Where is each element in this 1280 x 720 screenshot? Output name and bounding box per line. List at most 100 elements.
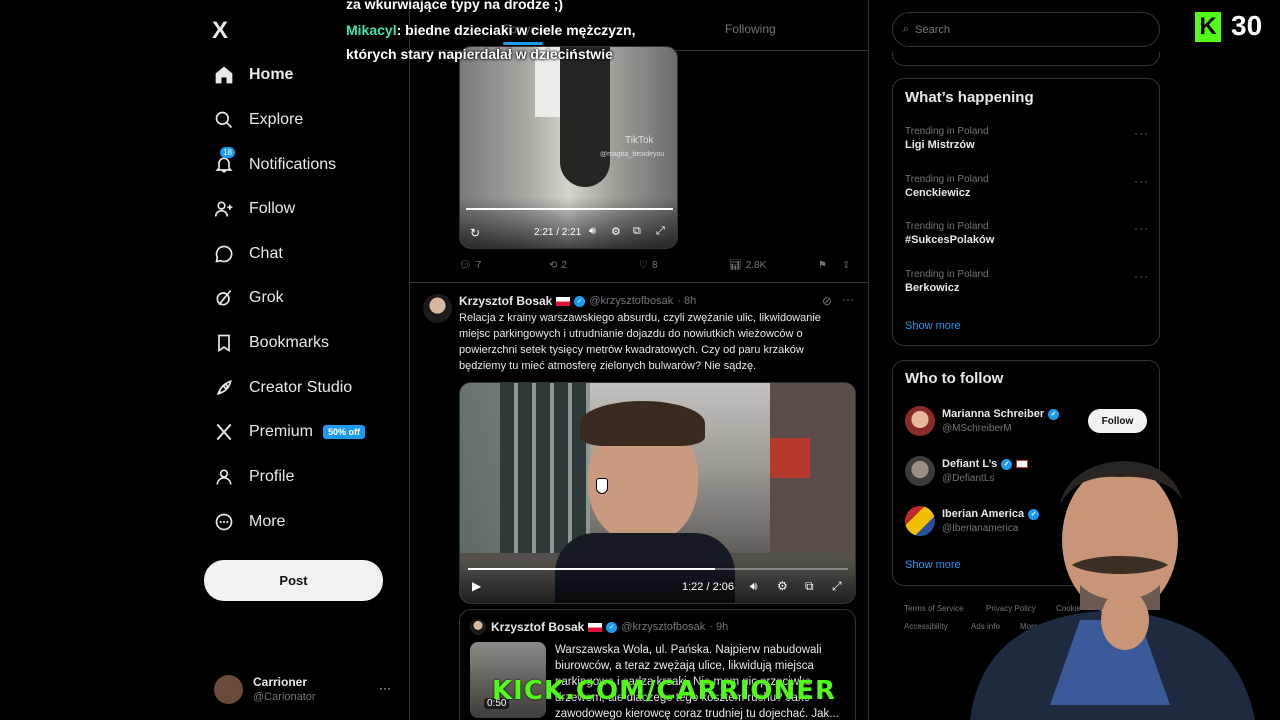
poland-flag-icon (556, 296, 571, 306)
footer-link[interactable]: Accessibility (904, 622, 948, 631)
who-to-follow-title: Who to follow (905, 370, 1004, 387)
video-time-2: 1:22 / 2:06 (682, 581, 734, 593)
search-icon: ⌕ (903, 23, 910, 35)
trending-show-more[interactable]: Show more (905, 320, 961, 332)
nav-explore-label: Explore (249, 111, 304, 128)
nav-chat[interactable]: Chat (212, 236, 283, 272)
add-person-icon (212, 197, 236, 221)
settings-icon-2[interactable]: ⚙ (777, 579, 788, 593)
bookmark-action-icon: ⚑ (818, 260, 827, 271)
like-action[interactable]: ♡ 8 (639, 260, 658, 271)
search-bar[interactable]: ⌕ (892, 12, 1160, 47)
trend-more-icon[interactable]: ··· (1134, 126, 1149, 140)
views-action[interactable]: 📊︎ 2.8K (729, 260, 766, 271)
viewer-count: 30 (1231, 10, 1263, 41)
mouse-cursor-icon (596, 478, 608, 494)
video-controls-gradient (460, 197, 677, 248)
trend-item[interactable]: Trending in Poland Cenckiewicz (905, 174, 989, 199)
nav-home[interactable]: Home (212, 57, 293, 93)
quote-header: Krzysztof Bosak ✓ @krzysztofbosak · 9h (491, 620, 728, 634)
trend-more-icon[interactable]: ··· (1134, 269, 1149, 283)
tweet-divider (410, 282, 868, 283)
quote-text-line: Warszawska Wola, ul. Pańska. Najpierw na… (555, 644, 822, 656)
nav-more-label: More (249, 513, 286, 530)
follow-show-more[interactable]: Show more (905, 559, 961, 571)
person-icon (212, 465, 236, 489)
views-icon: 📊︎ (729, 260, 742, 271)
tab-active-indicator (503, 42, 543, 45)
nav-follow-label: Follow (249, 200, 296, 217)
quote-author-handle: @krzysztofbosak (621, 621, 706, 633)
video-hair (580, 401, 705, 446)
like-count: 8 (651, 260, 658, 271)
nav-grok[interactable]: Grok (212, 280, 284, 316)
suggestion-avatar (905, 406, 935, 436)
tweet-time[interactable]: · 8h (677, 295, 696, 307)
chat-line-previous: za wkurwiające typy na drodze ;) (346, 0, 564, 12)
share-action[interactable]: ⇪ (842, 260, 850, 271)
repost-action[interactable]: ⟲ 2 (549, 260, 567, 271)
quote-text-line: zawodowego kierowcę coraz trudniej tu do… (555, 708, 839, 720)
trend-item[interactable]: Trending in Poland Berkowicz (905, 269, 989, 294)
account-avatar[interactable] (214, 675, 243, 704)
tweet-text-line: będziemy tu mieć atmosferę zielonych bul… (459, 360, 757, 372)
trend-context: Trending in Poland (905, 126, 989, 137)
video-progress-fill (468, 568, 715, 570)
tweet-video-player-2[interactable]: ▶ 1:22 / 2:06 🔊︎ ⚙ ⧉ ⤢ (459, 382, 856, 604)
follow-suggestion[interactable]: Marianna Schreiber ✓ @MSchreiberM (905, 406, 1060, 436)
replay-icon[interactable]: ↻ (470, 226, 480, 240)
video-progress-track[interactable] (468, 568, 848, 570)
nav-premium[interactable]: Premium 50% off (212, 414, 366, 450)
nav-bookmarks[interactable]: Bookmarks (212, 325, 329, 361)
nav-profile[interactable]: Profile (212, 459, 294, 495)
trend-topic: Cenckiewicz (905, 187, 971, 199)
pip-icon-2[interactable]: ⧉ (805, 579, 814, 594)
bookmark-action[interactable]: ⚑ (818, 260, 827, 271)
fullscreen-icon[interactable]: ⤢ (656, 225, 665, 238)
nav-notifications[interactable]: 18 Notifications (212, 147, 336, 183)
author-avatar[interactable] (423, 294, 452, 323)
nav-bookmarks-label: Bookmarks (249, 334, 330, 351)
tab-following[interactable]: Following (725, 22, 776, 36)
volume-icon-2[interactable]: 🔊︎ (750, 579, 758, 594)
play-icon[interactable]: ▶ (472, 579, 481, 593)
trend-more-icon[interactable]: ··· (1134, 174, 1149, 188)
account-more-icon[interactable]: ··· (379, 681, 391, 695)
tweet-video-player[interactable]: TikTok @magda_besideyou ↻ 2:21 / 2:21 🔊︎… (459, 46, 678, 249)
nav-follow[interactable]: Follow (212, 191, 295, 227)
more-circle-icon (212, 510, 236, 534)
trend-item[interactable]: Trending in Poland Ligi Mistrzów (905, 126, 989, 151)
nav-home-label: Home (249, 66, 294, 83)
video-controls-gradient-2 (460, 559, 855, 603)
nav-chat-label: Chat (249, 245, 283, 262)
video-progress-bar[interactable] (466, 208, 673, 210)
post-button[interactable]: Post (204, 560, 383, 601)
nav-explore[interactable]: Explore (212, 102, 303, 138)
suggestion-name: Marianna Schreiber (942, 408, 1045, 420)
suggestion-avatar (905, 456, 935, 486)
chat-message: Mikacyl: biedne dzieciaki w ciele mężczy… (346, 22, 635, 38)
nav-more[interactable]: More (212, 504, 285, 540)
nav-creator-studio[interactable]: Creator Studio (212, 370, 352, 406)
author-name[interactable]: Krzysztof Bosak (459, 294, 552, 308)
pip-icon[interactable]: ⧉ (633, 225, 641, 238)
trend-item[interactable]: Trending in Poland #SukcesPolaków (905, 221, 994, 246)
settings-icon[interactable]: ⚙ (611, 225, 621, 238)
chat-username: Mikacyl (346, 22, 397, 38)
grok-explain-icon[interactable]: ⊘ (822, 294, 832, 308)
author-handle[interactable]: @krzysztofbosak (589, 295, 673, 307)
search-input[interactable] (915, 23, 1136, 36)
volume-icon[interactable]: 🔊︎ (589, 225, 596, 238)
nav-notifications-label: Notifications (249, 156, 337, 173)
tweet-more-icon[interactable]: ··· (842, 292, 854, 306)
premium-discount-badge: 50% off (323, 425, 366, 439)
fullscreen-icon-2[interactable]: ⤢ (832, 579, 842, 594)
reply-action[interactable]: 💬︎ 7 (459, 260, 481, 271)
footer-link[interactable]: Terms of Service (904, 604, 964, 613)
x-logo-icon[interactable]: X (212, 17, 228, 45)
video-red-building (770, 438, 810, 478)
trend-more-icon[interactable]: ··· (1134, 221, 1149, 235)
share-icon: ⇪ (842, 260, 851, 271)
follow-button[interactable]: Follow (1088, 409, 1147, 433)
trend-context: Trending in Poland (905, 221, 989, 232)
